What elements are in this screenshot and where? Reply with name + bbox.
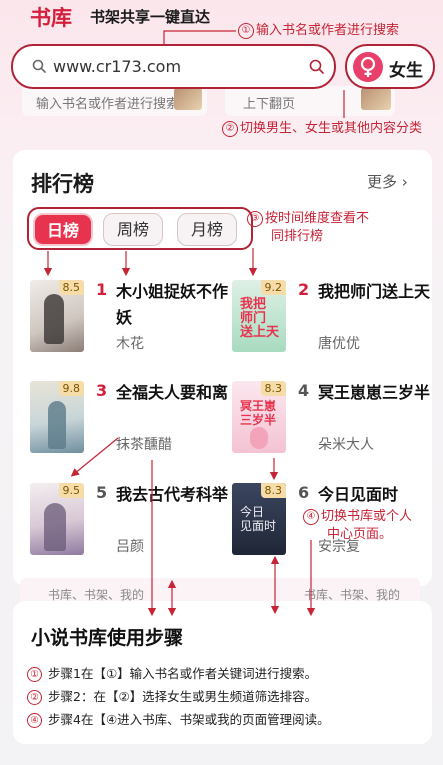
book-author: 朵米大人 [318, 437, 374, 453]
annotation-text: 切换男生、女生或其他内容分类 [240, 121, 423, 136]
tab-daily[interactable]: 日榜 [33, 213, 93, 246]
search-submit-icon[interactable] [309, 59, 324, 74]
annotation-number: ④ [303, 509, 319, 525]
gender-toggle-button[interactable]: 女生 [345, 44, 435, 89]
score-badge: 8.3 [260, 381, 286, 396]
chevron-right-icon: › [401, 173, 408, 191]
gender-label: 女生 [389, 61, 423, 81]
book-title[interactable]: 冥王崽崽三岁半 [318, 380, 430, 406]
annotation-text: 切换书库或个人 [321, 509, 413, 524]
rank-number: 3 [96, 381, 108, 400]
book-cover[interactable]: 9.5 [30, 483, 84, 555]
book-title[interactable]: 今日见面时 [318, 482, 430, 508]
rank-number: 5 [96, 483, 108, 502]
annotation-text: 输入书名或作者进行搜索 [256, 23, 400, 38]
book-cover[interactable]: 冥王崽 三岁半 8.3 [232, 381, 286, 453]
step-number: ② [27, 690, 42, 705]
book-cover[interactable]: 我把 师门 送上天 9.2 [232, 280, 286, 352]
tab-monthly[interactable]: 月榜 [177, 213, 237, 246]
book-item[interactable]: 冥王崽 三岁半 8.3 4 冥王崽崽三岁半 朵米大人 [232, 379, 432, 469]
annotation-1: ① 输入书名或作者进行搜索 [238, 22, 399, 40]
rank-number: 6 [298, 483, 310, 502]
steps-title: 小说书库使用步骤 [31, 627, 184, 649]
book-author: 吕颜 [116, 539, 144, 555]
book-item[interactable]: 9.8 3 全福夫人要和离 抹茶醺醋 [30, 379, 230, 469]
annotation-text: 中心页面。 [327, 527, 393, 542]
book-author: 抹茶醺醋 [116, 437, 172, 453]
annotation-text: 按时间维度查看不 [265, 211, 370, 226]
tab-weekly[interactable]: 周榜 [103, 213, 163, 246]
score-badge: 9.2 [260, 280, 286, 295]
ranking-more-link[interactable]: 更多 › [367, 171, 408, 192]
steps-panel: 小说书库使用步骤 ① 步骤1在【①】输入书名或作者关键词进行搜索。 ② 步骤2：在【… [13, 601, 432, 744]
search-value: www.cr173.com [53, 57, 182, 76]
app-title: 书库 [30, 6, 72, 30]
step-number: ① [27, 667, 42, 682]
ranking-title: 排行榜 [31, 172, 94, 196]
rank-number: 1 [96, 280, 108, 299]
score-badge: 9.5 [58, 483, 84, 498]
step-text: 步骤1在【①】输入书名或作者关键词进行搜索。 [48, 666, 318, 681]
annotation-text: 同排行榜 [271, 229, 324, 244]
background-card-page-hint: 上下翻页 [225, 86, 395, 116]
book-cover[interactable]: 今日 见面时 8.3 [232, 483, 286, 555]
annotation-4: ④ 切换书库或个人 中心页面。 [303, 508, 412, 544]
book-title[interactable]: 全福夫人要和离 [116, 380, 228, 406]
book-item[interactable]: 8.5 1 木小姐捉妖不作妖 木花 [30, 278, 230, 368]
search-icon [32, 59, 46, 73]
step-text: 步骤2：在【②】选择女生或男生频道筛选排容。 [48, 689, 318, 704]
background-card-text: 输入书名或作者进行搜索 [36, 97, 180, 112]
search-input[interactable]: www.cr173.com [11, 44, 336, 89]
annotation-2: ② 切换男生、女生或其他内容分类 [222, 120, 422, 138]
annotation-number: ② [222, 121, 238, 137]
app-slogan: 书架共享一键直达 [90, 8, 211, 26]
book-title[interactable]: 我把师门送上天 [318, 279, 430, 305]
step-item: ④ 步骤4在【④进入书库、书架或我的页面管理阅读。 [27, 709, 330, 728]
score-badge: 8.3 [260, 483, 286, 498]
score-badge: 8.5 [58, 280, 84, 295]
annotation-3: ③ 按时间维度查看不 同排行榜 [247, 210, 369, 246]
score-badge: 9.8 [58, 381, 84, 396]
annotation-number: ① [238, 23, 254, 39]
rank-number: 2 [298, 280, 310, 299]
background-card-search-hint: 输入书名或作者进行搜索 [22, 86, 207, 116]
book-cover[interactable]: 8.5 [30, 280, 84, 352]
ranking-more-label: 更多 [367, 173, 398, 191]
background-card-thumbnail [174, 88, 202, 110]
background-card-text: 上下翻页 [243, 97, 296, 112]
book-cover[interactable]: 9.8 [30, 381, 84, 453]
step-text: 步骤4在【④进入书库、书架或我的页面管理阅读。 [48, 712, 330, 727]
ranking-panel: 排行榜 更多 › 日榜 周榜 月榜 ③ 按时间维度查看不 同排行榜 8.5 1 木… [13, 150, 432, 586]
book-item[interactable]: 9.5 5 我去古代考科举 吕颜 [30, 481, 230, 571]
book-item[interactable]: 我把 师门 送上天 9.2 2 我把师门送上天 唐优优 [232, 278, 432, 368]
background-card-thumbnail [361, 88, 391, 110]
step-number: ④ [27, 713, 42, 728]
step-item: ② 步骤2：在【②】选择女生或男生频道筛选排容。 [27, 686, 317, 705]
book-author: 木花 [116, 336, 144, 352]
step-item: ① 步骤1在【①】输入书名或作者关键词进行搜索。 [27, 663, 317, 682]
female-icon [353, 52, 383, 82]
book-title[interactable]: 我去古代考科举 [116, 482, 228, 508]
book-author: 唐优优 [318, 336, 360, 352]
book-title[interactable]: 木小姐捉妖不作妖 [116, 279, 228, 331]
annotation-number: ③ [247, 211, 263, 227]
ranking-tabs: 日榜 周榜 月榜 [27, 207, 253, 250]
rank-number: 4 [298, 381, 310, 400]
